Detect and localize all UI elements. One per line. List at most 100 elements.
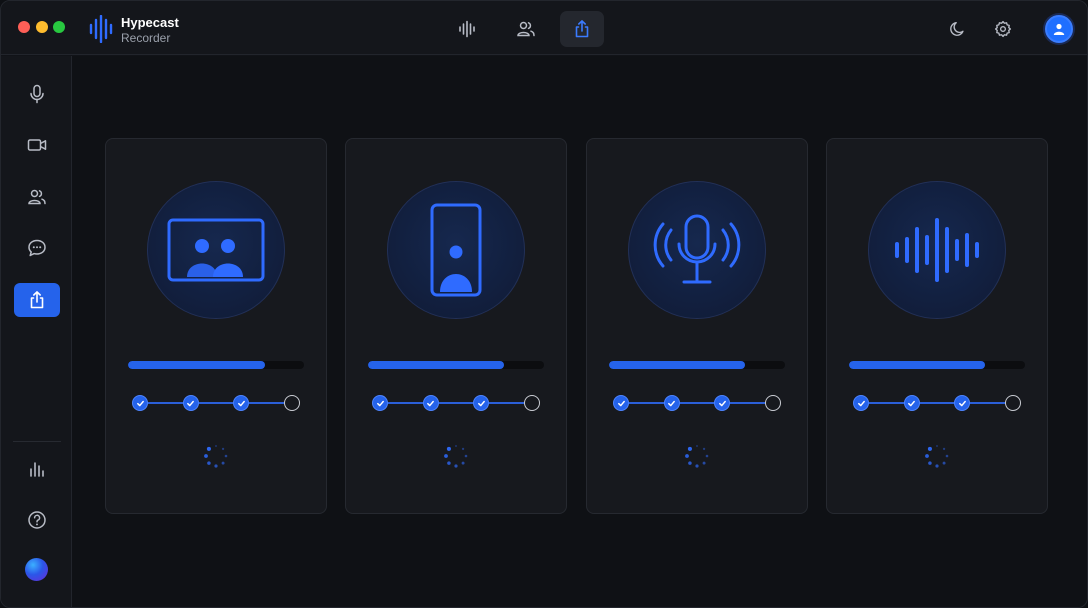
people-icon	[517, 21, 535, 37]
step-indicator	[853, 395, 1023, 411]
card-icon-circle	[147, 181, 285, 319]
moon-icon	[950, 22, 964, 36]
video-call-group-icon	[167, 218, 265, 282]
check-icon	[958, 400, 966, 406]
step-pending	[1004, 395, 1021, 411]
loading-spinner-icon	[444, 445, 468, 468]
phone-portrait-person-icon	[430, 203, 482, 297]
step-complete	[853, 395, 869, 411]
sidebar-avatar[interactable]	[25, 558, 48, 581]
progress-fill	[609, 361, 745, 369]
step-complete	[422, 395, 439, 411]
step-connector	[249, 402, 284, 404]
help-circle-icon	[28, 511, 46, 529]
step-pending	[523, 395, 540, 411]
sidebar-item-video[interactable]	[14, 128, 60, 162]
app-logo-icon	[89, 15, 113, 43]
step-indicator	[613, 395, 783, 411]
card-microphone[interactable]	[586, 138, 808, 514]
step-complete	[613, 395, 629, 411]
card-icon-circle	[628, 181, 766, 319]
card-portrait[interactable]	[345, 138, 567, 514]
sidebar-item-help[interactable]	[14, 503, 60, 537]
chat-bubble-icon	[28, 239, 46, 257]
sidebar-item-users[interactable]	[14, 180, 60, 214]
check-icon	[857, 400, 865, 406]
step-indicator	[372, 395, 542, 411]
loading-spinner-icon	[925, 445, 949, 468]
maximize-window-button[interactable]	[53, 21, 65, 33]
check-icon	[718, 400, 726, 406]
sidebar-item-analytics[interactable]	[14, 452, 60, 486]
step-connector	[970, 402, 1005, 404]
progress-fill	[128, 361, 266, 369]
progress-bar	[368, 361, 544, 369]
check-icon	[617, 400, 625, 406]
sidebar	[1, 56, 72, 607]
app-subtitle: Recorder	[121, 31, 171, 45]
step-connector	[730, 402, 765, 404]
sound-wave-icon	[895, 218, 979, 282]
user-avatar-button[interactable]	[1045, 15, 1073, 43]
theme-toggle-button[interactable]	[944, 15, 972, 43]
title-bar: Hypecast Recorder	[1, 1, 1087, 55]
close-window-button[interactable]	[18, 21, 30, 33]
sidebar-item-chat[interactable]	[14, 231, 60, 265]
progress-bar	[128, 361, 304, 369]
step-complete	[132, 395, 148, 411]
step-complete	[182, 395, 199, 411]
gear-icon	[994, 20, 1012, 38]
app-window: Hypecast Recorder	[0, 0, 1088, 608]
sidebar-item-share[interactable]	[14, 283, 60, 317]
check-icon	[668, 400, 675, 406]
loading-spinner-icon	[685, 445, 709, 468]
main-content	[72, 56, 1087, 607]
step-connector	[629, 402, 664, 404]
check-icon	[908, 400, 915, 406]
settings-button[interactable]	[989, 15, 1017, 43]
tab-waveform[interactable]	[445, 11, 489, 47]
step-complete	[233, 395, 249, 411]
step-complete	[954, 395, 970, 411]
step-pending	[764, 395, 781, 411]
step-connector	[919, 402, 954, 404]
microphone-broadcast-icon	[653, 214, 741, 284]
step-complete	[714, 395, 730, 411]
step-complete	[372, 395, 388, 411]
tab-people[interactable]	[504, 11, 548, 47]
sidebar-divider	[13, 441, 61, 442]
bar-chart-icon	[30, 462, 44, 477]
sidebar-item-microphone[interactable]	[14, 77, 60, 111]
step-connector	[148, 402, 183, 404]
progress-fill	[849, 361, 985, 369]
minimize-window-button[interactable]	[36, 21, 48, 33]
check-icon	[427, 400, 434, 406]
users-icon	[28, 189, 46, 205]
app-title: Hypecast	[121, 15, 179, 30]
step-connector	[489, 402, 524, 404]
share-icon	[30, 291, 44, 309]
microphone-icon	[30, 84, 44, 104]
card-audio-wave[interactable]	[826, 138, 1048, 514]
check-icon	[376, 400, 384, 406]
step-pending	[283, 395, 300, 411]
step-complete	[903, 395, 920, 411]
step-connector	[388, 402, 423, 404]
card-icon-circle	[387, 181, 525, 319]
share-icon	[575, 20, 589, 38]
step-complete	[473, 395, 489, 411]
progress-bar	[849, 361, 1025, 369]
step-connector	[679, 402, 714, 404]
check-icon	[477, 400, 485, 406]
step-indicator	[132, 395, 302, 411]
user-icon	[1053, 23, 1065, 35]
check-icon	[136, 400, 144, 406]
check-icon	[187, 400, 194, 406]
progress-fill	[368, 361, 504, 369]
step-connector	[869, 402, 904, 404]
tab-share[interactable]	[560, 11, 604, 47]
card-video-call[interactable]	[105, 138, 327, 514]
card-icon-circle	[868, 181, 1006, 319]
step-connector	[438, 402, 473, 404]
loading-spinner-icon	[204, 445, 228, 468]
